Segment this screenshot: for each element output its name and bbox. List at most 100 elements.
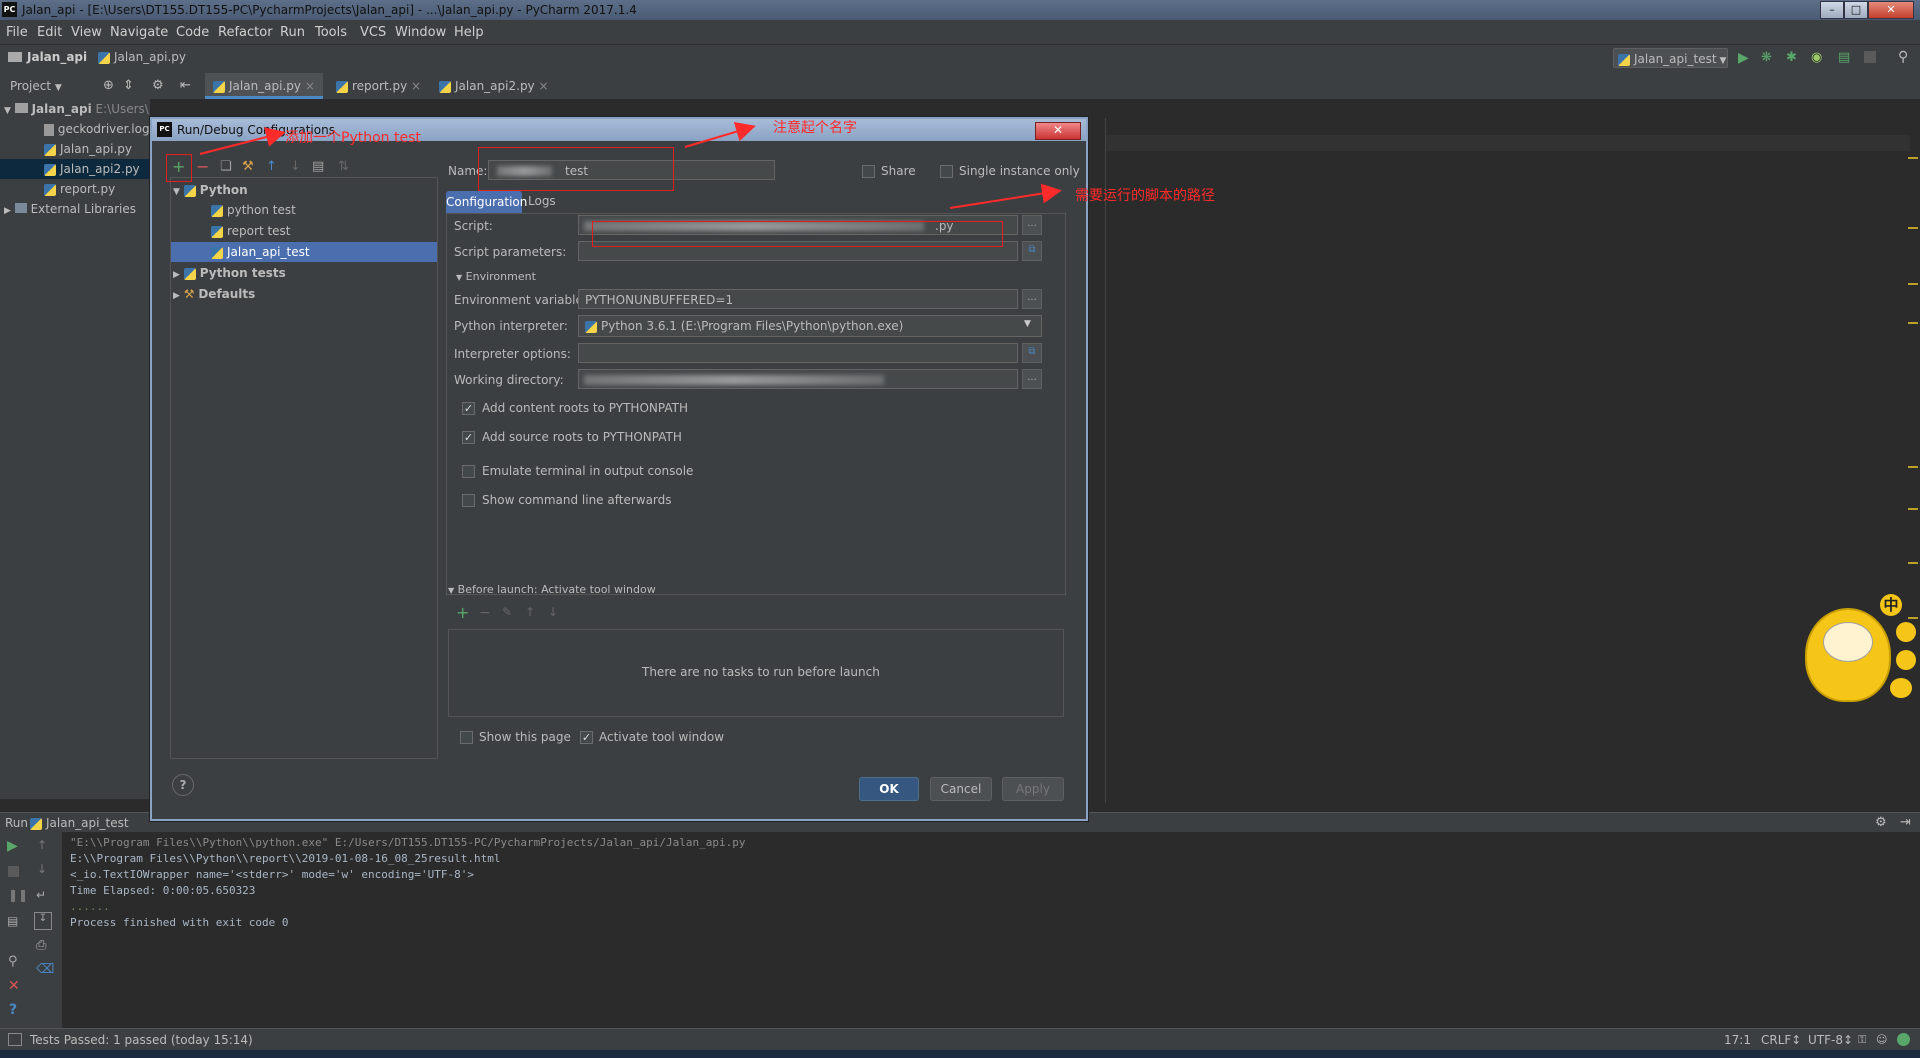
inspector-icon[interactable]: ☺ xyxy=(1876,1033,1887,1046)
build-icon[interactable]: ▤ xyxy=(1838,50,1850,65)
emulate-terminal-checkbox[interactable] xyxy=(462,465,475,478)
run-panel-config[interactable]: Jalan_api_test xyxy=(30,816,129,830)
close-tab-icon[interactable]: × xyxy=(539,79,549,93)
tab-report[interactable]: report.py × xyxy=(330,73,427,99)
warning-stripe-mark[interactable] xyxy=(1908,157,1918,159)
tree-item-report[interactable]: report.py xyxy=(44,179,115,199)
pin-icon[interactable]: ⚲ xyxy=(8,954,18,969)
warning-stripe-mark[interactable] xyxy=(1908,227,1918,229)
close-window-button[interactable]: ✕ xyxy=(1868,1,1914,19)
scroll-up-icon[interactable]: ↑ xyxy=(37,838,47,852)
debug-icon[interactable]: ❋ xyxy=(1761,50,1772,65)
menu-run[interactable]: Run xyxy=(280,25,305,40)
tree-group-python[interactable]: ▼ Python xyxy=(173,180,248,200)
tree-group-python-tests[interactable]: ▶ Python tests xyxy=(173,263,286,283)
menu-vcs[interactable]: VCS xyxy=(360,25,386,40)
warning-stripe-mark[interactable] xyxy=(1908,562,1918,564)
minimize-button[interactable]: – xyxy=(1820,1,1844,19)
tree-item-jalan-api-test[interactable]: Jalan_api_test xyxy=(171,242,437,262)
move-task-up-icon[interactable]: ↑ xyxy=(525,605,535,619)
run-config-selector[interactable]: Jalan_api_test ▼ xyxy=(1613,48,1728,68)
search-everywhere-icon[interactable]: ⚲ xyxy=(1898,49,1908,65)
env-vars-field[interactable]: PYTHONUNBUFFERED=1 xyxy=(578,289,1018,309)
tab-jalan-api2[interactable]: Jalan_api2.py × xyxy=(433,73,555,99)
clear-all-icon[interactable]: ⌫ xyxy=(36,962,54,977)
tree-item-report-test[interactable]: report test xyxy=(211,221,291,241)
menu-refactor[interactable]: Refactor xyxy=(218,25,273,40)
add-task-icon[interactable]: + xyxy=(456,603,469,622)
layout-icon[interactable]: ▤ xyxy=(7,914,18,928)
stop-icon[interactable] xyxy=(1864,51,1876,63)
profile-icon[interactable]: ◉ xyxy=(1811,50,1822,65)
warning-stripe-mark[interactable] xyxy=(1908,283,1918,285)
activate-tool-window-checkbox[interactable]: ✓ xyxy=(580,731,593,744)
menu-navigate[interactable]: Navigate xyxy=(110,25,168,40)
warning-stripe-mark[interactable] xyxy=(1908,617,1918,619)
tree-item-jalan-api[interactable]: Jalan_api.py xyxy=(44,139,132,159)
expand-parameters-icon[interactable]: ⧉ xyxy=(1022,241,1042,261)
menu-tools[interactable]: Tools xyxy=(315,25,347,40)
maximize-button[interactable]: □ xyxy=(1844,1,1868,19)
soft-wrap-icon[interactable]: ↵ xyxy=(36,888,46,902)
add-source-roots-checkbox[interactable]: ✓ xyxy=(462,431,475,444)
browse-script-button[interactable]: ... xyxy=(1022,215,1042,235)
tab-configuration[interactable]: Configuration xyxy=(446,191,527,213)
chevron-down-icon[interactable]: ▼ xyxy=(1024,319,1031,329)
ok-button[interactable]: OK xyxy=(859,777,919,801)
hide-panel-icon[interactable]: ⇥ xyxy=(1900,815,1911,830)
file-encoding[interactable]: UTF-8↕ xyxy=(1808,1033,1853,1047)
cancel-button[interactable]: Cancel xyxy=(930,777,992,801)
breadcrumb-file[interactable]: Jalan_api.py xyxy=(98,50,186,64)
interpreter-options-field[interactable] xyxy=(578,343,1018,363)
close-tab-icon[interactable]: × xyxy=(305,79,315,93)
sort-icon[interactable]: ⇅ xyxy=(338,159,349,174)
tree-item-external-libraries[interactable]: ▶ External Libraries xyxy=(4,199,136,219)
sync-icon[interactable]: ⊕ xyxy=(103,73,114,99)
settings-gear-icon[interactable]: ⚙ xyxy=(1875,815,1887,830)
folder-icon[interactable]: ▤ xyxy=(312,159,324,174)
tab-logs[interactable]: Logs xyxy=(528,194,556,208)
environment-section[interactable]: ▼ Environment xyxy=(456,270,536,283)
before-launch-section[interactable]: ▼ Before launch: Activate tool window xyxy=(448,583,656,596)
tree-group-defaults[interactable]: ▶ ⚒ Defaults xyxy=(173,284,255,304)
warning-stripe-mark[interactable] xyxy=(1908,322,1918,324)
tool-windows-icon[interactable] xyxy=(8,1033,22,1046)
copy-configuration-icon[interactable]: ❏ xyxy=(220,159,232,174)
share-checkbox[interactable] xyxy=(862,165,875,178)
lock-icon[interactable]: ⚿ xyxy=(1858,1033,1866,1047)
move-task-down-icon[interactable]: ↓ xyxy=(548,605,558,619)
scroll-down-icon[interactable]: ↓ xyxy=(37,862,47,876)
collapse-icon[interactable]: ⇕ xyxy=(123,73,134,99)
help-icon[interactable]: ? xyxy=(9,1002,17,1018)
edit-task-icon[interactable]: ✎ xyxy=(502,605,512,619)
line-separator[interactable]: CRLF↕ xyxy=(1761,1033,1801,1047)
menu-edit[interactable]: Edit xyxy=(37,25,62,40)
single-instance-checkbox[interactable] xyxy=(940,165,953,178)
settings-gear-icon[interactable]: ⚙ xyxy=(152,73,164,99)
warning-stripe-mark[interactable] xyxy=(1908,508,1918,510)
menu-help[interactable]: Help xyxy=(454,25,484,40)
browse-directory-button[interactable]: ... xyxy=(1022,369,1042,389)
event-log-icon[interactable] xyxy=(1897,1033,1910,1046)
show-command-line-checkbox[interactable] xyxy=(462,494,475,507)
breadcrumb-project[interactable]: Jalan_api xyxy=(27,50,87,64)
add-content-roots-checkbox[interactable]: ✓ xyxy=(462,402,475,415)
remove-configuration-icon[interactable]: − xyxy=(196,157,209,176)
run-icon[interactable]: ▶ xyxy=(1738,50,1749,66)
coverage-icon[interactable]: ✱ xyxy=(1786,50,1797,65)
edit-defaults-icon[interactable]: ⚒ xyxy=(242,159,254,174)
edit-env-vars-button[interactable]: ... xyxy=(1022,289,1042,309)
move-down-icon[interactable]: ↓ xyxy=(290,159,301,174)
tab-jalan-api[interactable]: Jalan_api.py × xyxy=(205,73,323,99)
scroll-to-end-icon[interactable]: ↧ xyxy=(34,912,52,930)
project-view-selector[interactable]: Project ▼ xyxy=(10,73,62,99)
help-button[interactable]: ? xyxy=(172,774,194,796)
caret-position[interactable]: 17:1 xyxy=(1724,1033,1751,1047)
menu-code[interactable]: Code xyxy=(176,25,209,40)
apply-button[interactable]: Apply xyxy=(1002,777,1064,801)
print-icon[interactable]: ⎙ xyxy=(36,938,46,953)
close-tab-icon[interactable]: × xyxy=(411,79,421,93)
warning-stripe-mark[interactable] xyxy=(1908,466,1918,468)
stop-icon[interactable] xyxy=(8,866,19,877)
rerun-icon[interactable]: ▶ xyxy=(7,838,18,854)
